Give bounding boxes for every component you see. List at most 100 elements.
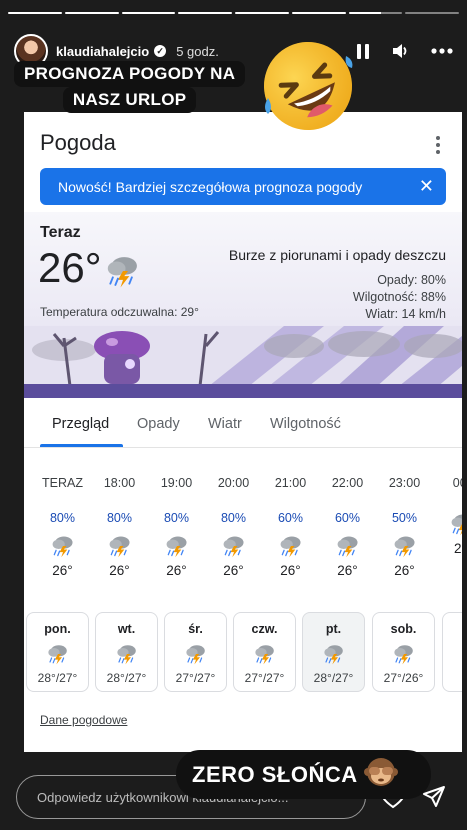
day-name: śr. bbox=[188, 622, 203, 636]
daily-forecast-card[interactable]: śr. 27°/27° bbox=[164, 612, 227, 692]
hour-time: 23:00 bbox=[388, 476, 421, 490]
progress-segment bbox=[178, 12, 232, 14]
hour-precipitation: 60% bbox=[334, 511, 361, 525]
thunderstorm-rain-icon bbox=[221, 533, 247, 559]
thunderstorm-rain-icon bbox=[46, 642, 70, 666]
close-icon[interactable]: ✕ bbox=[419, 177, 434, 195]
thunderstorm-rain-icon bbox=[253, 642, 277, 666]
hour-precipitation: 80% bbox=[106, 511, 133, 525]
day-temperature-range: 27°/27° bbox=[244, 671, 285, 685]
humidity-stat: Wilgotność: 88% bbox=[352, 290, 446, 304]
daily-forecast-card[interactable]: sob. 27°/26° bbox=[372, 612, 435, 692]
progress-segment bbox=[8, 12, 62, 14]
verified-badge-icon: ✓ bbox=[154, 45, 167, 57]
hourly-forecast-item: 22:00 60% 26° bbox=[319, 476, 376, 578]
day-temperature-range: 27 bbox=[443, 671, 462, 685]
hour-time: 00: bbox=[452, 476, 462, 490]
day-name: sob. bbox=[390, 622, 417, 636]
banner-text: Nowość! Bardziej szczegółowa prognoza po… bbox=[58, 178, 363, 195]
day-temperature-range: 28°/27° bbox=[313, 671, 354, 685]
new-feature-banner[interactable]: Nowość! Bardziej szczegółowa prognoza po… bbox=[40, 168, 446, 205]
see-no-evil-monkey-icon bbox=[363, 755, 398, 794]
current-weather: Teraz 26° Temperatura odczuwalna: 29° Bu… bbox=[24, 212, 462, 398]
hour-temperature: 26° bbox=[52, 563, 73, 578]
current-temperature: 26° bbox=[38, 244, 102, 291]
caption-line-1: PROGNOZA POGODY NA bbox=[14, 61, 246, 87]
progress-segment-current bbox=[348, 12, 403, 14]
weather-data-link[interactable]: Dane pogodowe bbox=[40, 713, 127, 727]
day-name: pon. bbox=[44, 622, 71, 636]
username[interactable]: klaudiahalejcio bbox=[56, 44, 149, 59]
thunderstorm-rain-icon bbox=[115, 642, 139, 666]
thunderstorm-rain-icon bbox=[184, 642, 208, 666]
current-stats: Opady: 80% Wilgotność: 88% Wiatr: 14 km/… bbox=[353, 272, 446, 323]
hourly-forecast-item: 18:00 80% 26° bbox=[91, 476, 148, 578]
now-label: Teraz bbox=[40, 224, 81, 241]
rolling-laughing-emoji-icon bbox=[258, 36, 358, 136]
thunderstorm-rain-icon bbox=[278, 533, 304, 559]
hour-time: TERAZ bbox=[42, 476, 83, 490]
text-sticker: ZERO SŁOŃCA bbox=[176, 750, 431, 799]
story-progress-bar bbox=[8, 12, 459, 14]
tab-overview[interactable]: Przegląd bbox=[52, 416, 109, 432]
hour-precipitation: 80% bbox=[49, 511, 76, 525]
weather-illustration bbox=[24, 326, 462, 398]
tab-wind[interactable]: Wiatr bbox=[208, 416, 242, 432]
precipitation-stat: Opady: 80% bbox=[377, 273, 446, 287]
hourly-forecast-item: 00: 26 bbox=[433, 476, 462, 556]
hour-temperature: 26° bbox=[109, 563, 130, 578]
weather-card: Pogoda Nowość! Bardziej szczegółowa prog… bbox=[24, 112, 462, 752]
day-name: czw. bbox=[251, 622, 278, 636]
hour-temperature: 26° bbox=[337, 563, 358, 578]
hourly-forecast-item: TERAZ 80% 26° bbox=[34, 476, 91, 578]
thunderstorm-rain-icon bbox=[50, 533, 76, 559]
daily-forecast-card[interactable]: pon. 28°/27° bbox=[26, 612, 89, 692]
speaker-icon[interactable] bbox=[391, 42, 409, 60]
day-temperature-range: 28°/27° bbox=[37, 671, 78, 685]
hourly-forecast-item: 20:00 80% 26° bbox=[205, 476, 262, 578]
hour-temperature: 26° bbox=[223, 563, 244, 578]
page-title: Pogoda bbox=[40, 130, 116, 155]
hour-precipitation: 80% bbox=[220, 511, 247, 525]
thunderstorm-rain-icon bbox=[107, 533, 133, 559]
hour-time: 18:00 bbox=[103, 476, 136, 490]
progress-segment bbox=[291, 12, 346, 14]
thunderstorm-rain-icon bbox=[449, 511, 462, 537]
tab-humidity[interactable]: Wilgotność bbox=[270, 416, 341, 432]
daily-forecast-card[interactable]: pt. 28°/27° bbox=[302, 612, 365, 692]
more-menu-icon[interactable] bbox=[436, 136, 440, 157]
tab-bar: Przegląd Opady Wiatr Wilgotność bbox=[24, 398, 462, 448]
thunderstorm-rain-icon bbox=[392, 533, 418, 559]
hour-temperature: 26° bbox=[394, 563, 415, 578]
pause-icon[interactable] bbox=[357, 43, 369, 59]
active-tab-indicator bbox=[40, 444, 123, 447]
progress-segment bbox=[235, 12, 289, 14]
progress-segment bbox=[64, 12, 119, 14]
hour-time: 19:00 bbox=[160, 476, 193, 490]
caption-line-2: NASZ URLOP bbox=[62, 87, 197, 113]
sticker-text: ZERO SŁOŃCA bbox=[192, 761, 358, 787]
thunderstorm-rain-icon bbox=[104, 252, 142, 295]
day-temperature-range: 28°/27° bbox=[106, 671, 147, 685]
daily-forecast-card[interactable]: czw. 27°/27° bbox=[233, 612, 296, 692]
day-temperature-range: 27°/26° bbox=[383, 671, 424, 685]
day-temperature-range: 27°/27° bbox=[175, 671, 216, 685]
hour-time: 21:00 bbox=[274, 476, 307, 490]
feels-like: Temperatura odczuwalna: 29° bbox=[40, 305, 199, 319]
condition-text: Burze z piorunami i opady deszczu bbox=[228, 247, 446, 263]
hour-temperature: 26 bbox=[453, 541, 462, 556]
hour-precipitation: 50% bbox=[391, 511, 418, 525]
hourly-forecast-item: 21:00 60% 26° bbox=[262, 476, 319, 578]
day-name: n bbox=[443, 622, 462, 636]
daily-forecast-card[interactable]: n 27 bbox=[442, 612, 462, 692]
post-time: 5 godz. bbox=[176, 43, 219, 59]
thunderstorm-rain-icon bbox=[322, 642, 346, 666]
daily-forecast-card[interactable]: wt. 28°/27° bbox=[95, 612, 158, 692]
hour-temperature: 26° bbox=[280, 563, 301, 578]
tab-precipitation[interactable]: Opady bbox=[137, 416, 180, 432]
wind-stat: Wiatr: 14 km/h bbox=[365, 307, 446, 321]
progress-segment bbox=[121, 12, 176, 14]
hour-temperature: 26° bbox=[166, 563, 187, 578]
more-options-icon[interactable] bbox=[431, 48, 453, 54]
caption-sticker: PROGNOZA POGODY NA NASZ URLOP bbox=[14, 61, 246, 113]
